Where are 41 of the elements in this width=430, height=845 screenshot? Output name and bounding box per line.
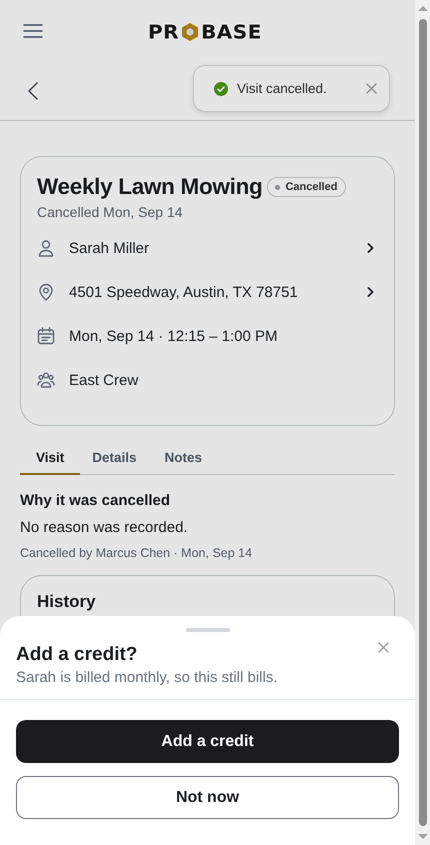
chevron-right-icon <box>367 243 374 253</box>
hex-nut-icon <box>180 22 200 42</box>
map-pin-icon <box>37 283 55 301</box>
history-title: History <box>37 592 97 612</box>
toast-message: Visit cancelled. <box>237 81 328 96</box>
logo-text: BASE <box>201 22 262 42</box>
group-icon <box>37 371 55 389</box>
sheet-subtitle: Sarah is billed monthly, so this still bills. <box>16 669 278 686</box>
drag-handle[interactable] <box>186 628 230 632</box>
cancelled-by-text: Cancelled by Marcus Chen · Mon, Sep 14 <box>20 546 254 560</box>
not-now-button[interactable]: Not now <box>16 776 399 819</box>
logo-text: PR <box>148 22 180 42</box>
close-button[interactable] <box>366 83 377 94</box>
tab[interactable]: Visit <box>20 446 80 475</box>
info-text: Mon, Sep 14 · 12:15 – 1:00 PM <box>69 328 278 344</box>
info-link[interactable]: Sarah Miller <box>37 226 378 270</box>
chevron-left-icon <box>27 81 39 101</box>
visit-title: Weekly Lawn Mowing <box>37 174 262 200</box>
reason-text: No reason was recorded. <box>20 519 189 536</box>
tab[interactable]: Notes <box>164 446 202 475</box>
tab[interactable]: Details <box>92 446 137 475</box>
scrollbar[interactable] <box>415 0 430 845</box>
person-icon <box>37 239 55 257</box>
info-text: East Crew <box>69 372 140 388</box>
close-icon <box>378 642 389 653</box>
check-circle-icon <box>214 82 228 96</box>
sheet-title: Add a credit? <box>16 644 138 666</box>
status-badge: Cancelled <box>267 177 346 197</box>
back-button[interactable] <box>27 81 39 101</box>
close-button[interactable] <box>378 642 389 653</box>
chevron-right-icon <box>367 287 374 297</box>
visit-subtitle: Cancelled Mon, Sep 14 <box>37 204 184 220</box>
menu-button[interactable] <box>23 23 43 39</box>
add-credit-button[interactable]: Add a credit <box>16 720 399 763</box>
menu-icon <box>23 23 43 39</box>
close-icon <box>366 83 377 94</box>
info-link[interactable]: 4501 Speedway, Austin, TX 78751 <box>37 270 378 314</box>
calendar-icon <box>37 327 55 345</box>
info-text: 4501 Speedway, Austin, TX 78751 <box>69 284 299 300</box>
info-text: Sarah Miller <box>69 240 150 256</box>
section-heading: Why it was cancelled <box>20 492 172 509</box>
